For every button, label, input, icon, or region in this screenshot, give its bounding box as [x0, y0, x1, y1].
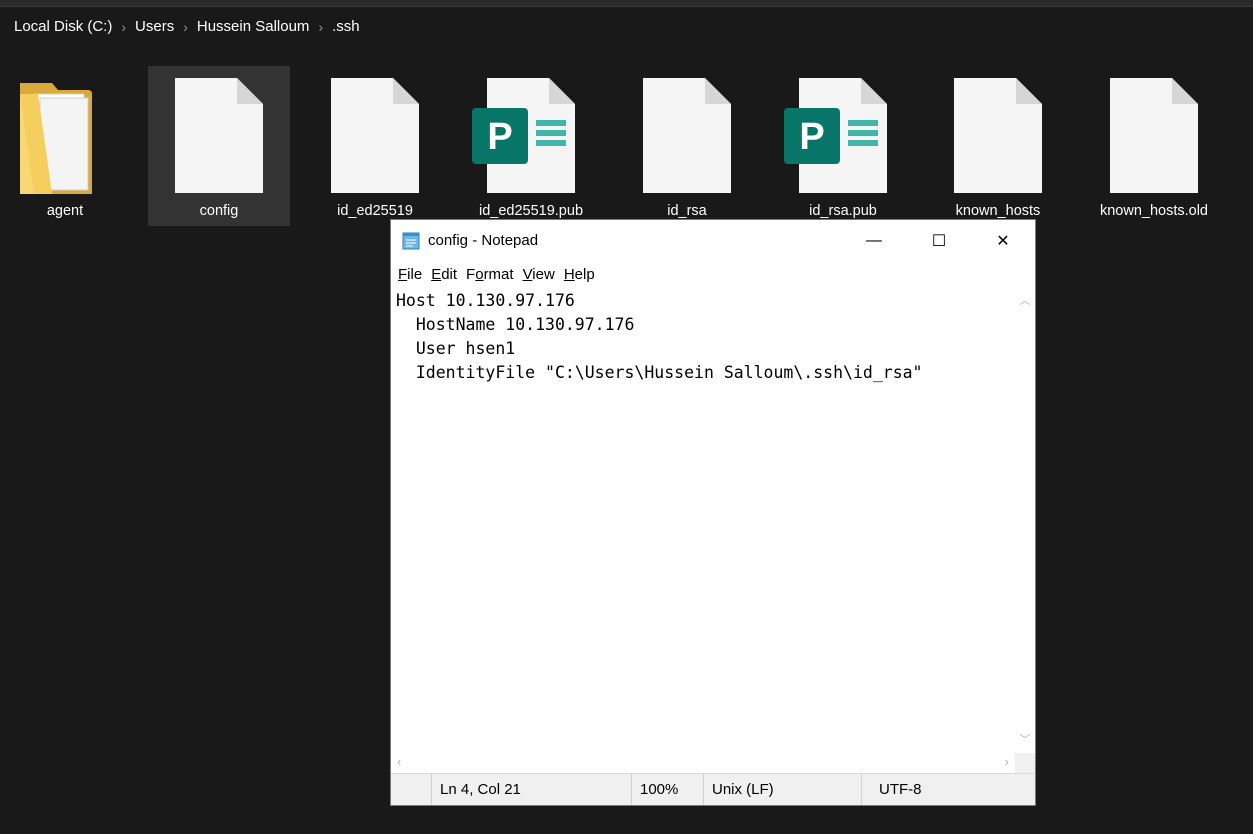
status-zoom: 100%	[631, 774, 703, 805]
file-item-id-ed25519-pub[interactable]: P id_ed25519.pub	[460, 66, 602, 226]
minimize-button[interactable]: —	[851, 220, 897, 262]
maximize-button[interactable]: ☐	[916, 220, 962, 262]
breadcrumb: Local Disk (C:) › Users › Hussein Sallou…	[0, 6, 1253, 46]
text-editor[interactable]: Host 10.130.97.176 HostName 10.130.97.17…	[391, 286, 1015, 753]
file-item-known-hosts[interactable]: known_hosts	[927, 66, 1069, 226]
notepad-icon	[402, 232, 420, 250]
svg-text:P: P	[487, 116, 512, 158]
mnemonic-letter: V	[522, 265, 533, 283]
publisher-file-icon: P	[472, 78, 575, 193]
breadcrumb-users[interactable]: Users	[129, 18, 180, 35]
status-bar: Ln 4, Col 21 100% Unix (LF) UTF-8	[391, 773, 1035, 805]
scroll-down-icon[interactable]: ﹀	[1015, 731, 1035, 747]
mnemonic-letter: E	[431, 265, 442, 283]
file-item-id-rsa-pub[interactable]: P id_rsa.pub	[772, 66, 914, 226]
close-button[interactable]: ✕	[980, 220, 1026, 262]
publisher-file-icon: P	[784, 78, 887, 193]
file-name: id_rsa.pub	[809, 203, 877, 219]
blank-file-icon	[175, 78, 263, 193]
file-item-id-ed25519[interactable]: id_ed25519	[304, 66, 446, 226]
maximize-icon: ☐	[931, 233, 947, 250]
file-name: id_rsa	[667, 203, 707, 219]
blank-file-icon	[1110, 78, 1198, 193]
scroll-up-icon[interactable]: ︿	[1015, 292, 1035, 308]
menu-bar: File Edit Format View Help	[391, 262, 1035, 286]
menu-edit[interactable]: Edit	[431, 266, 457, 283]
file-item-known-hosts-old[interactable]: known_hosts.old	[1083, 66, 1225, 226]
breadcrumb-user-folder[interactable]: Hussein Salloum	[191, 18, 316, 35]
status-line-ending: Unix (LF)	[703, 774, 861, 805]
file-name: id_ed25519	[337, 203, 413, 219]
svg-text:P: P	[799, 116, 824, 158]
file-item-config[interactable]: config	[148, 66, 290, 226]
mnemonic-letter: H	[563, 265, 575, 283]
notepad-window: config - Notepad — ☐ ✕ File Edit Format …	[390, 219, 1036, 806]
encoding: UTF-8	[879, 781, 922, 798]
zoom-level: 100%	[640, 781, 679, 798]
file-name: known_hosts.old	[1099, 203, 1208, 219]
file-name: config	[199, 203, 239, 219]
menu-help[interactable]: Help	[564, 266, 595, 283]
file-name: agent	[46, 203, 84, 219]
title-bar[interactable]: config - Notepad — ☐ ✕	[391, 220, 1035, 262]
chevron-right-icon: ›	[121, 18, 127, 35]
close-icon: ✕	[996, 233, 1010, 250]
scroll-right-icon[interactable]: ›	[1005, 754, 1009, 769]
file-item-id-rsa[interactable]: id_rsa	[616, 66, 758, 226]
file-item-agent[interactable]: agent	[0, 66, 136, 226]
blank-file-icon	[954, 78, 1042, 193]
folder-icon	[20, 83, 92, 194]
mnemonic-letter: F	[398, 265, 408, 283]
status-encoding: UTF-8	[861, 774, 1035, 805]
menu-view[interactable]: View	[523, 266, 555, 283]
file-name: id_ed25519.pub	[478, 203, 584, 219]
file-name: known_hosts	[955, 203, 1041, 219]
blank-file-icon	[331, 78, 419, 193]
minimize-icon: —	[866, 232, 882, 249]
status-position: Ln 4, Col 21	[431, 774, 631, 805]
chevron-right-icon: ›	[183, 18, 188, 35]
vertical-scrollbar[interactable]: ︿ ﹀	[1015, 286, 1035, 753]
chevron-right-icon: ›	[318, 18, 324, 35]
scroll-left-icon[interactable]: ‹	[397, 754, 401, 769]
blank-file-icon	[643, 78, 731, 193]
breadcrumb-ssh[interactable]: .ssh	[326, 18, 366, 35]
breadcrumb-local-disk[interactable]: Local Disk (C:)	[8, 18, 118, 35]
menu-file[interactable]: File	[398, 266, 422, 283]
cursor-position: Ln 4, Col 21	[440, 781, 521, 798]
mnemonic-letter: o	[475, 265, 484, 283]
resize-grip[interactable]	[1015, 753, 1035, 773]
window-title: config - Notepad	[428, 232, 539, 249]
menu-format[interactable]: Format	[466, 266, 514, 283]
horizontal-scrollbar[interactable]: ‹ ›	[391, 753, 1015, 773]
line-ending: Unix (LF)	[712, 781, 774, 798]
